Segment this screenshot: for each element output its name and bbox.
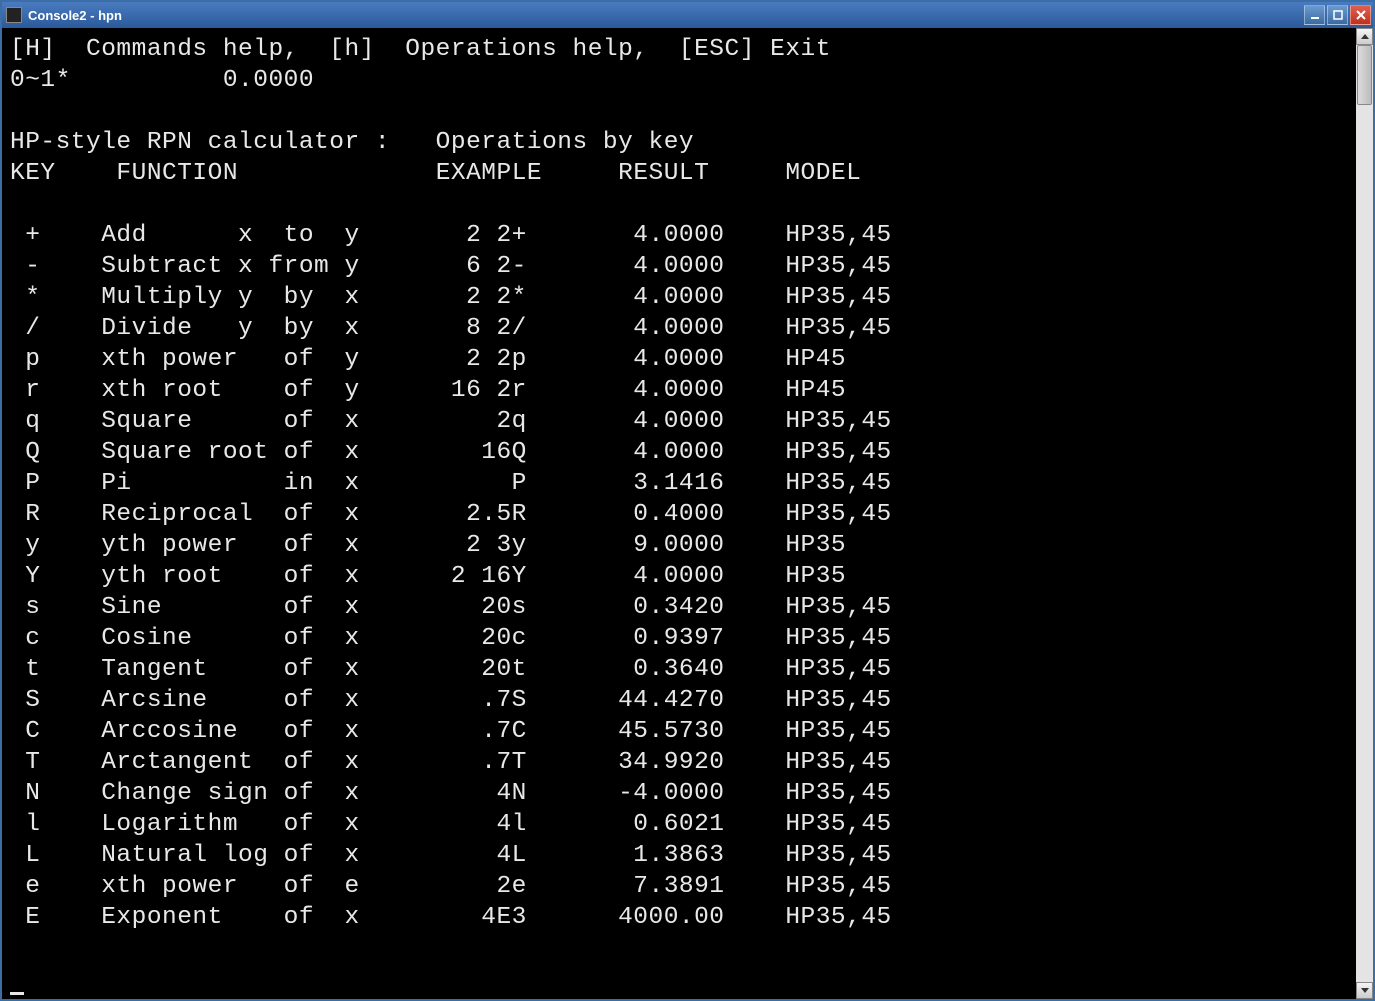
app-icon (6, 7, 22, 23)
minimize-icon (1310, 10, 1320, 20)
maximize-icon (1333, 10, 1343, 20)
console-window: Console2 - hpn [H] Commands help, [h] Op… (0, 0, 1375, 1001)
scroll-thumb[interactable] (1357, 45, 1372, 105)
help-line: [H] Commands help, [h] Operations help, … (10, 36, 831, 63)
col-result: RESULT (618, 160, 709, 187)
titlebar[interactable]: Console2 - hpn (2, 2, 1373, 28)
col-key: KEY (10, 160, 56, 187)
chevron-up-icon (1361, 34, 1369, 39)
client-area: [H] Commands help, [h] Operations help, … (2, 28, 1373, 999)
operations-table: + Add x to y 2 2+ 4.0000 HP35,45 - Subtr… (10, 222, 892, 931)
header-row: KEY FUNCTION EXAMPLE RESULT MODEL (10, 160, 861, 187)
scroll-track[interactable] (1356, 45, 1373, 982)
vertical-scrollbar[interactable] (1356, 28, 1373, 999)
minimize-button[interactable] (1304, 5, 1325, 25)
col-model: MODEL (785, 160, 861, 187)
section-title: HP-style RPN calculator : Operations by … (10, 129, 694, 156)
scroll-up-button[interactable] (1356, 28, 1373, 45)
col-function: FUNCTION (116, 160, 238, 187)
chevron-down-icon (1361, 988, 1369, 993)
cursor (10, 971, 24, 995)
scroll-down-button[interactable] (1356, 982, 1373, 999)
stack-display: 0~1* 0.0000 (10, 67, 314, 94)
terminal[interactable]: [H] Commands help, [h] Operations help, … (2, 28, 1356, 999)
maximize-button[interactable] (1327, 5, 1348, 25)
close-button[interactable] (1350, 5, 1371, 25)
close-icon (1356, 10, 1366, 20)
col-example: EXAMPLE (436, 160, 542, 187)
window-title: Console2 - hpn (28, 8, 1302, 23)
